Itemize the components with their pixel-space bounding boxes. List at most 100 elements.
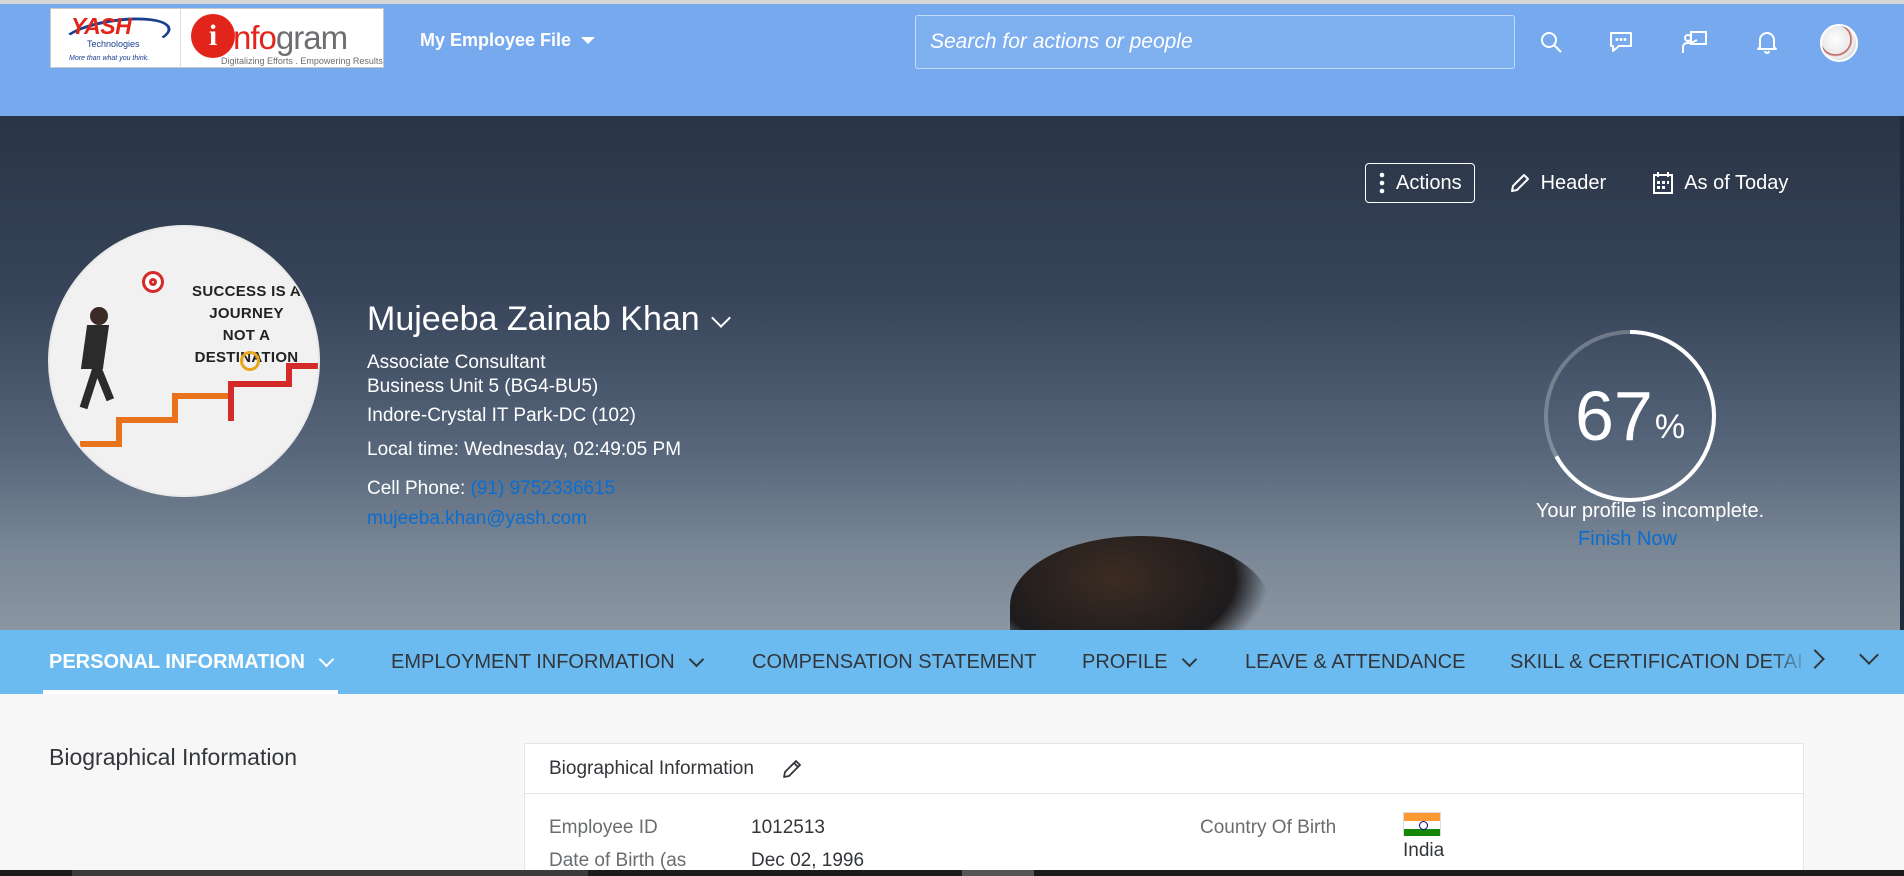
pencil-icon: [782, 759, 801, 778]
tab-leave-attendance[interactable]: LEAVE & ATTENDANCE: [1245, 630, 1465, 694]
card-header: Biographical Information: [525, 744, 1803, 794]
top-bar: YASH Technologies More than what you thi…: [0, 0, 1904, 116]
biographical-info-card: Biographical Information Employee ID 101…: [524, 743, 1804, 876]
employee-name: Mujeeba Zainab Khan: [367, 300, 700, 338]
gauge-number: 67: [1574, 377, 1653, 455]
stair-step: [286, 363, 318, 369]
cell-phone-row: Cell Phone: (91) 9752336615: [367, 478, 615, 500]
yash-logo-subtext: Technologies: [87, 39, 140, 49]
yash-logo: YASH Technologies More than what you thi…: [51, 9, 181, 67]
chevron-down-icon[interactable]: [710, 307, 731, 328]
tab-employment-information[interactable]: EMPLOYMENT INFORMATION: [391, 630, 705, 694]
photo-quote-line: SUCCESS IS A: [192, 283, 301, 300]
main-content: Biographical Information Biographical In…: [0, 694, 1904, 876]
card-title: Biographical Information: [549, 757, 754, 779]
module-menu-button[interactable]: My Employee File: [420, 30, 596, 51]
country-of-birth-value: India: [1403, 840, 1445, 861]
date-of-birth-value: Dec 02, 1996: [751, 850, 865, 871]
taskbar-strip: [0, 870, 1904, 876]
profile-completion-gauge: 67%: [1530, 316, 1730, 516]
company-logo[interactable]: YASH Technologies More than what you thi…: [50, 8, 384, 68]
stair-step: [172, 393, 232, 399]
pencil-icon: [1510, 174, 1529, 192]
calendar-icon: [1653, 172, 1674, 194]
infogram-logo-text: nfogram: [233, 19, 348, 57]
search-input[interactable]: [930, 30, 1500, 54]
yash-logo-text: YASH: [71, 13, 132, 39]
header-actions: Actions Header As of Today: [1365, 163, 1800, 203]
stair-riser: [228, 381, 234, 421]
cell-phone-label: Cell Phone:: [367, 478, 466, 499]
profile-status-text: Your profile is incomplete.: [1535, 500, 1765, 522]
presenter-icon[interactable]: [1679, 26, 1711, 58]
module-menu-label: My Employee File: [420, 30, 572, 50]
tab-overflow-fade: [1770, 630, 1810, 694]
yash-logo-tagline: More than what you think.: [69, 55, 150, 62]
chevron-down-icon: [1181, 651, 1197, 667]
tab-label: EMPLOYMENT INFORMATION: [391, 650, 675, 673]
search-icon[interactable]: [1535, 26, 1567, 58]
stair-step: [116, 417, 176, 423]
employee-id-value: 1012513: [751, 817, 825, 838]
tab-compensation-statement[interactable]: COMPENSATION STATEMENT: [752, 630, 1036, 694]
tab-profile[interactable]: PROFILE: [1082, 630, 1197, 694]
tab-personal-information[interactable]: PERSONAL INFORMATION: [43, 630, 338, 694]
infogram-logo-i: i: [191, 14, 235, 58]
cell-phone-link[interactable]: (91) 9752336615: [471, 478, 616, 499]
date-of-birth-label: Date of Birth (as: [549, 850, 687, 871]
as-of-date-button[interactable]: As of Today: [1640, 163, 1800, 203]
chevron-down-icon: [318, 651, 335, 667]
india-flag-icon: [1403, 812, 1441, 836]
notifications-bell-icon[interactable]: [1751, 26, 1783, 58]
infogram-logo-tagline: Digitalizing Efforts . Empowering Result…: [221, 56, 383, 66]
photo-quote-line: JOURNEY: [209, 305, 284, 322]
email-link[interactable]: mujeeba.khan@yash.com: [367, 508, 587, 530]
tab-label: PROFILE: [1082, 650, 1168, 673]
as-of-date-label: As of Today: [1684, 171, 1789, 194]
section-tab-bar: PERSONAL INFORMATION EMPLOYMENT INFORMAT…: [0, 630, 1904, 694]
caret-down-icon: [581, 37, 596, 44]
actions-button[interactable]: Actions: [1365, 163, 1475, 203]
tab-label: PERSONAL INFORMATION: [49, 650, 305, 673]
employee-id-label: Employee ID: [549, 817, 658, 838]
profile-photo[interactable]: SUCCESS IS A JOURNEY NOT A DESTINATION: [48, 225, 320, 497]
profile-header: Actions Header As of Today SUCCESS IS A …: [0, 116, 1904, 630]
search-field[interactable]: [915, 15, 1515, 69]
user-avatar[interactable]: [1820, 24, 1858, 62]
office-location: Indore-Crystal IT Park-DC (102): [367, 405, 636, 426]
tab-skill-certification[interactable]: SKILL & CERTIFICATION DETAI: [1510, 630, 1808, 694]
business-unit: Business Unit 5 (BG4-BU5): [367, 376, 599, 397]
edit-header-button[interactable]: Header: [1497, 163, 1619, 203]
stopwatch-icon: [240, 351, 260, 371]
figure-leg: [93, 366, 115, 402]
employee-name-row: Mujeeba Zainab Khan: [367, 300, 731, 339]
chevron-down-icon: [688, 651, 705, 667]
hero-edge: [1900, 116, 1904, 630]
finish-now-link[interactable]: Finish Now: [1490, 528, 1765, 551]
taskbar-segment: [962, 870, 1034, 876]
actions-button-label: Actions: [1396, 171, 1462, 194]
infogram-logo: i nfogram Digitalizing Efforts . Empower…: [181, 9, 383, 67]
local-time: Local time: Wednesday, 02:49:05 PM: [367, 439, 682, 460]
infogram-logo-name: gram: [275, 19, 348, 56]
gauge-unit: %: [1654, 407, 1686, 446]
figure-body: [80, 325, 110, 369]
section-title: Biographical Information: [49, 744, 298, 770]
tab-label: LEAVE & ATTENDANCE: [1245, 650, 1466, 673]
target-icon: [142, 271, 164, 293]
header-button-label: Header: [1540, 171, 1607, 194]
stair-step: [80, 441, 120, 447]
gauge-value: 67%: [1530, 316, 1730, 516]
figure-head: [90, 307, 108, 325]
feedback-icon[interactable]: [1605, 26, 1637, 58]
tab-label: COMPENSATION STATEMENT: [752, 650, 1037, 673]
more-tabs-chevron-icon[interactable]: [1859, 645, 1879, 665]
country-of-birth-label: Country Of Birth: [1200, 817, 1337, 838]
tab-label: SKILL & CERTIFICATION DETAI: [1510, 650, 1803, 673]
job-title: Associate Consultant: [367, 352, 546, 373]
edit-button[interactable]: [780, 757, 804, 781]
infogram-logo-accent: nfo: [233, 19, 277, 56]
more-vertical-icon: [1379, 172, 1385, 194]
taskbar-segment: [72, 870, 588, 876]
stair-step: [228, 381, 292, 387]
